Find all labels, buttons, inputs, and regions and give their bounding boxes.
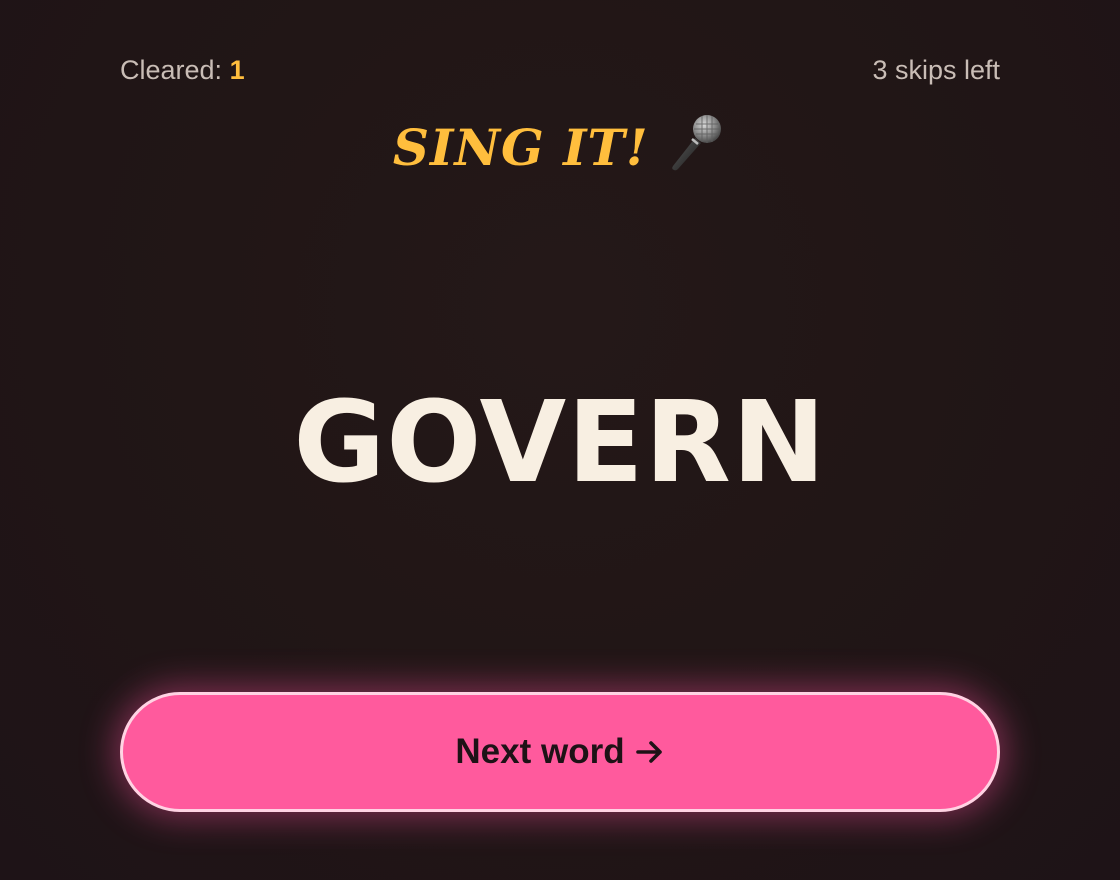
banner-title: SING IT! (392, 118, 649, 177)
next-word-button[interactable]: Next word (120, 692, 1000, 812)
cleared-counter: Cleared: 1 (120, 55, 245, 86)
arrow-right-icon (635, 737, 665, 767)
category-banner: SING IT! (0, 112, 1120, 184)
skips-remaining: 3 skips left (872, 54, 1000, 85)
cleared-label: Cleared: (120, 54, 223, 85)
cleared-count: 1 (229, 54, 245, 85)
status-bar: Cleared: 1 3 skips left (120, 52, 1000, 88)
next-word-label: Next word (455, 732, 625, 771)
microphone-icon (665, 112, 727, 172)
target-word: GOVERN (293, 378, 827, 508)
